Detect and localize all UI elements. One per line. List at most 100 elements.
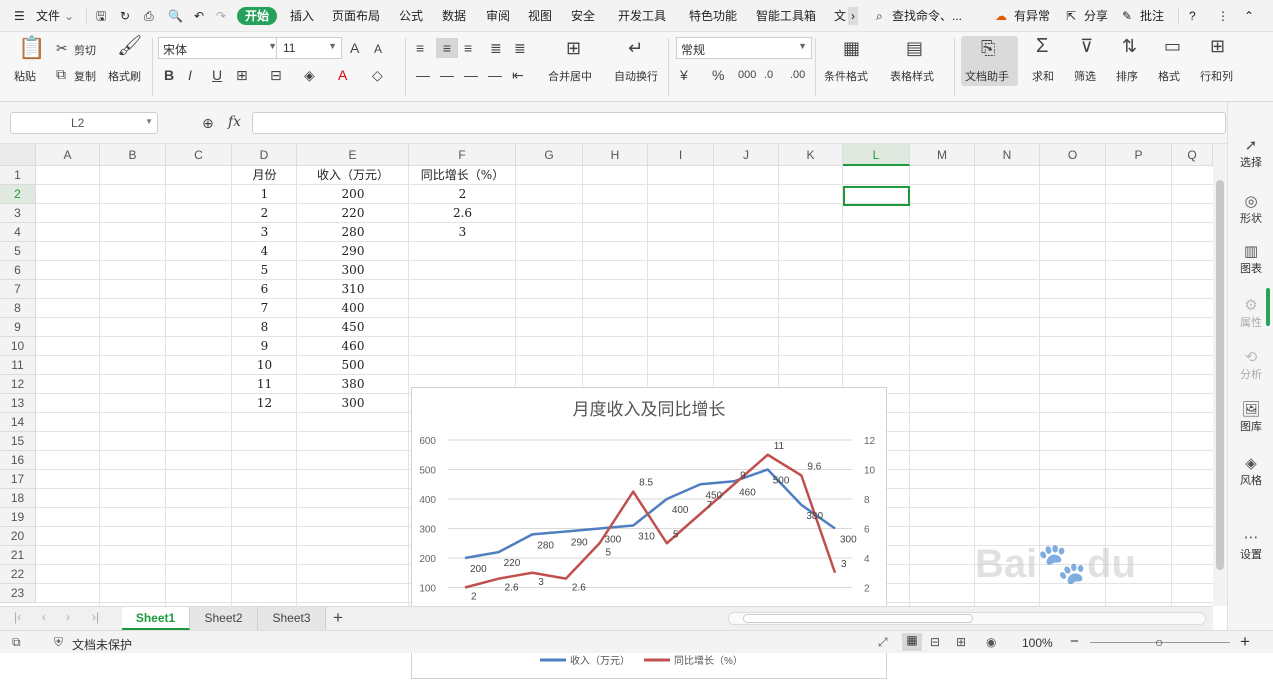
row-header-13[interactable]: 13 (0, 394, 36, 413)
row-header-12[interactable]: 12 (0, 375, 36, 394)
paste-button[interactable]: 粘贴 (14, 68, 36, 84)
file-menu[interactable]: 文件 (36, 7, 60, 25)
border-icon[interactable]: ⊞ (236, 67, 248, 83)
cell-month[interactable]: 6 (232, 280, 297, 299)
redo-icon[interactable]: ↷ (216, 7, 226, 25)
cell-income[interactable]: 200 (297, 185, 409, 204)
align-bottom-icon[interactable]: ≡ (464, 40, 472, 56)
italic-icon[interactable]: I (188, 67, 192, 83)
col-header-G[interactable]: G (516, 144, 583, 166)
font-color-icon[interactable]: A (338, 67, 347, 83)
cell-income[interactable]: 310 (297, 280, 409, 299)
align-middle-icon[interactable]: ≡ (436, 38, 458, 58)
cut-button[interactable]: 剪切 (74, 42, 96, 58)
fullscreen-icon[interactable]: ⤢ (878, 635, 888, 650)
increase-font-icon[interactable]: A (350, 40, 359, 56)
cell-month[interactable]: 4 (232, 242, 297, 261)
cell-month[interactable]: 10 (232, 356, 297, 375)
col-header-J[interactable]: J (714, 144, 779, 166)
row-header-14[interactable]: 14 (0, 413, 36, 432)
zoom-out-icon[interactable]: − (1070, 633, 1079, 650)
col-header-M[interactable]: M (910, 144, 975, 166)
fill-color-icon[interactable]: ◈ (304, 67, 315, 83)
tab-data[interactable]: 数据 (442, 7, 466, 25)
row-col-button[interactable]: 行和列 (1200, 68, 1233, 84)
page-break-icon[interactable]: ⊟ (930, 635, 940, 649)
sidebar-item-settings[interactable]: ⋯ 设置 (1228, 528, 1273, 562)
cell-income[interactable]: 300 (297, 394, 409, 413)
cell-growth[interactable]: 2 (409, 185, 516, 204)
col-header-O[interactable]: O (1040, 144, 1106, 166)
cell-income[interactable]: 400 (297, 299, 409, 318)
tab-security[interactable]: 安全 (571, 7, 595, 25)
format-painter-button[interactable]: 格式刷 (108, 68, 141, 84)
row-header-19[interactable]: 19 (0, 508, 36, 527)
format-icon[interactable]: ▭ (1164, 37, 1181, 55)
filter-button[interactable]: 筛选 (1074, 68, 1096, 84)
col-header-Q[interactable]: Q (1172, 144, 1213, 166)
col-header-N[interactable]: N (975, 144, 1040, 166)
row-header-3[interactable]: 3 (0, 204, 36, 223)
wrap-text-icon[interactable]: ↵ (628, 39, 643, 57)
percent-icon[interactable]: % (712, 67, 724, 83)
row-header-20[interactable]: 20 (0, 527, 36, 546)
sheet-layout-icon[interactable]: ⧉ (12, 635, 21, 650)
cell-income[interactable]: 220 (297, 204, 409, 223)
vertical-scrollbar[interactable] (1213, 144, 1227, 606)
underline-icon[interactable]: U (212, 67, 222, 83)
row-header-5[interactable]: 5 (0, 242, 36, 261)
align-left-icon[interactable]: — (416, 67, 430, 83)
first-sheet-icon[interactable]: |‹ (14, 610, 21, 624)
number-format-select[interactable]: 常规 ▼ (676, 37, 812, 59)
sidebar-item-chart[interactable]: ▥ 图表 (1228, 242, 1273, 276)
save-icon[interactable]: 🖫 (96, 7, 106, 25)
row-header-22[interactable]: 22 (0, 565, 36, 584)
zoom-level[interactable]: 100% (1022, 636, 1053, 650)
formula-input[interactable] (252, 112, 1226, 134)
comment-icon[interactable]: ✎ (1122, 7, 1132, 25)
clear-icon[interactable]: ◇ (372, 67, 383, 83)
paste-icon[interactable]: 📋 (18, 37, 45, 59)
col-header-B[interactable]: B (100, 144, 166, 166)
col-header-P[interactable]: P (1106, 144, 1172, 166)
row-header-7[interactable]: 7 (0, 280, 36, 299)
row-header-15[interactable]: 15 (0, 432, 36, 451)
col-header-I[interactable]: I (648, 144, 714, 166)
export-icon[interactable]: ↻ (120, 7, 130, 25)
cloud-sync-icon[interactable]: ☁ (995, 7, 1007, 25)
sidebar-item-shape[interactable]: ◎ 形状 (1228, 192, 1273, 226)
copy-button[interactable]: 复制 (74, 68, 96, 84)
align-center-icon[interactable]: — (440, 67, 454, 83)
align-top-icon[interactable]: ≡ (416, 40, 424, 56)
merge-center-button[interactable]: 合并居中 (548, 68, 592, 84)
row-header-23[interactable]: 23 (0, 584, 36, 603)
share-icon[interactable]: ⇱ (1066, 7, 1076, 25)
zoom-slider-handle[interactable]: ○ (1155, 634, 1163, 650)
select-all-corner[interactable] (0, 144, 36, 166)
table-style-icon[interactable]: ▤ (906, 39, 923, 57)
sidebar-item-gallery[interactable]: 🖼 图库 (1228, 400, 1273, 434)
tab-more[interactable]: 文 (834, 7, 846, 25)
col-header-H[interactable]: H (583, 144, 648, 166)
row-header-1[interactable]: 1 (0, 166, 36, 185)
zoom-formula-icon[interactable]: ⊕ (202, 115, 214, 131)
cell-month[interactable]: 12 (232, 394, 297, 413)
row-header-6[interactable]: 6 (0, 261, 36, 280)
row-header-18[interactable]: 18 (0, 489, 36, 508)
active-cell-L2[interactable] (843, 186, 910, 206)
cell-month[interactable]: 5 (232, 261, 297, 280)
normal-view-icon[interactable]: ▦ (902, 633, 922, 651)
cell-income[interactable]: 500 (297, 356, 409, 375)
thousands-icon[interactable]: 000 (738, 67, 756, 83)
eye-protect-icon[interactable]: ◉ (986, 635, 996, 649)
table-style-button[interactable]: 表格样式 (890, 68, 934, 84)
search-commands[interactable]: 查找命令、... (892, 7, 962, 25)
row-header-16[interactable]: 16 (0, 451, 36, 470)
col-header-A[interactable]: A (36, 144, 100, 166)
scrollbar-thumb[interactable] (1216, 180, 1224, 570)
last-sheet-icon[interactable]: ›| (92, 610, 99, 624)
cell-growth[interactable]: 2.6 (409, 204, 516, 223)
add-sheet-icon[interactable]: + (333, 608, 343, 628)
doc-helper-button[interactable]: ⎘ 文档助手 (961, 36, 1018, 86)
cell-income[interactable]: 280 (297, 223, 409, 242)
